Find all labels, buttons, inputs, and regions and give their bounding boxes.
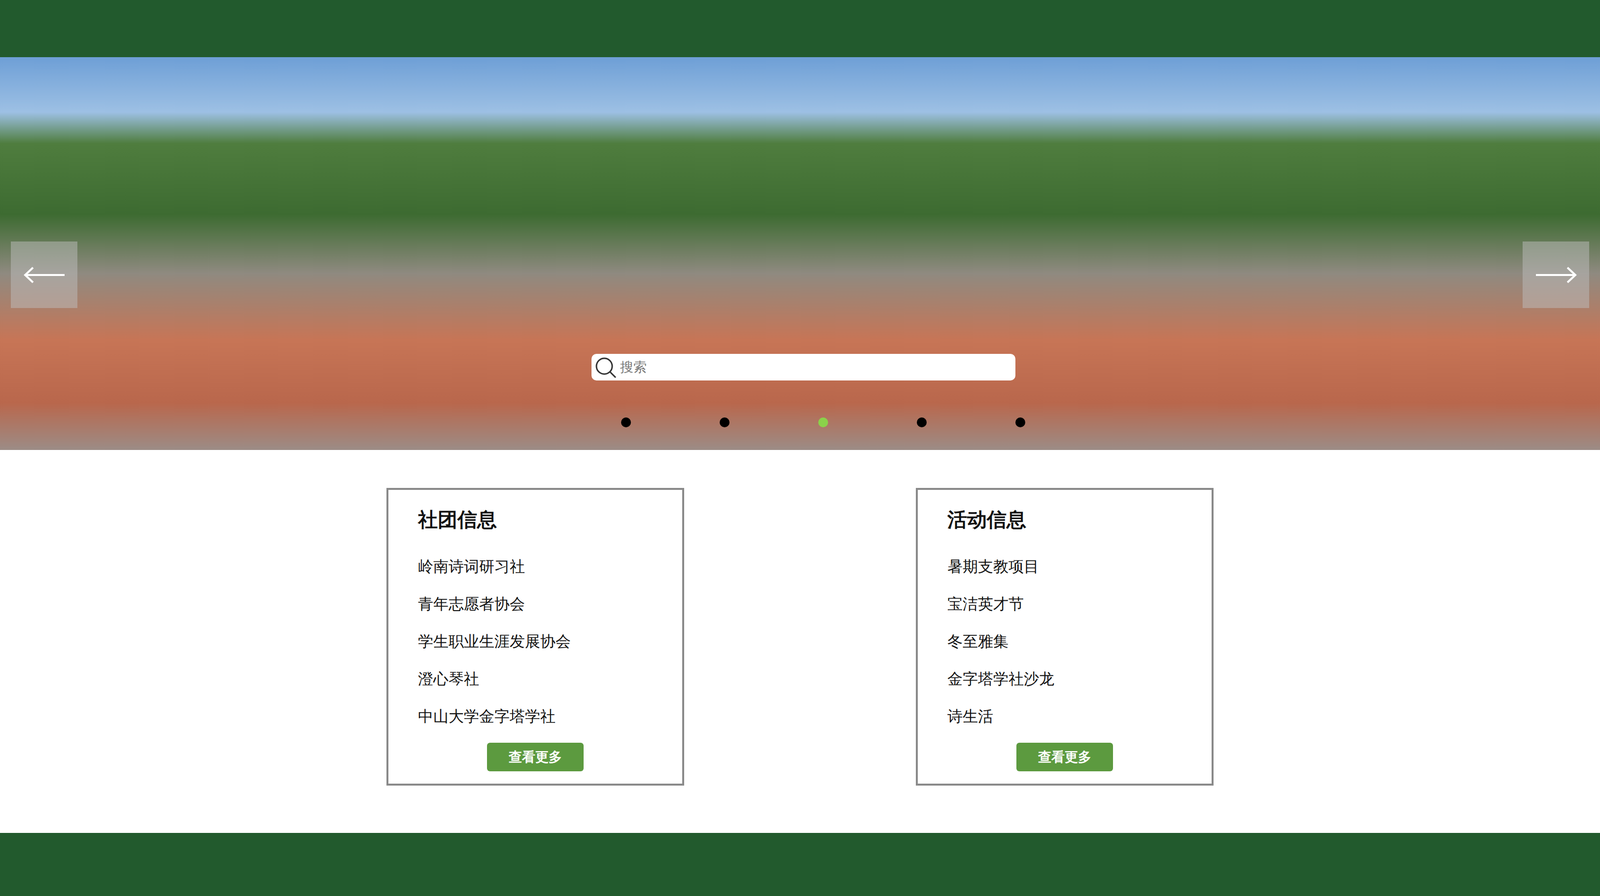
slide-indicators [0,417,1600,428]
info-panel: 社团信息岭南诗词研习社青年志愿者协会学生职业生涯发展协会澄心琴社中山大学金字塔学… [386,487,685,786]
panel-list: 暑期支教项目宝洁英才节冬至雅集金字塔学社沙龙诗生活 [947,547,1202,735]
arrow-left-icon [22,265,67,285]
panel-item[interactable]: 岭南诗词研习社 [417,547,673,586]
prev-slide-button[interactable] [10,241,78,309]
slide-indicator[interactable] [1015,417,1026,428]
panel-item[interactable]: 澄心琴社 [417,660,673,698]
footer-bar [0,833,1600,896]
search-input[interactable] [620,355,1011,380]
slide-indicator[interactable] [719,417,730,428]
panel-title: 社团信息 [417,507,673,532]
panel-item[interactable]: 学生职业生涯发展协会 [417,622,673,661]
panel-item[interactable]: 冬至雅集 [947,622,1202,661]
slide-indicator[interactable] [621,417,631,428]
top-bar [0,0,1600,58]
arrow-right-icon [1533,265,1579,285]
slide-indicator[interactable] [818,417,829,428]
info-panel: 活动信息暑期支教项目宝洁英才节冬至雅集金字塔学社沙龙诗生活查看更多 [915,487,1214,786]
panel-item[interactable]: 青年志愿者协会 [417,585,673,623]
magnifier-icon [593,355,618,380]
panel-item[interactable]: 金字塔学社沙龙 [947,660,1202,698]
button-row: 查看更多 [417,742,673,772]
panel-item[interactable]: 宝洁英才节 [947,585,1202,623]
more-button[interactable]: 查看更多 [486,742,584,772]
next-slide-button[interactable] [1522,241,1590,309]
panel-list: 岭南诗词研习社青年志愿者协会学生职业生涯发展协会澄心琴社中山大学金字塔学社 [417,547,673,735]
panel-title: 活动信息 [947,507,1202,532]
panel-item[interactable]: 诗生活 [947,697,1202,735]
banner-photo [0,57,1600,451]
panel-item[interactable]: 暑期支教项目 [947,547,1202,586]
search-bar [591,353,1016,381]
slide-indicator[interactable] [916,417,927,428]
panel-item[interactable]: 中山大学金字塔学社 [417,697,673,735]
more-button[interactable]: 查看更多 [1016,742,1114,772]
button-row: 查看更多 [947,742,1202,772]
info-section: 社团信息岭南诗词研习社青年志愿者协会学生职业生涯发展协会澄心琴社中山大学金字塔学… [0,450,1600,834]
